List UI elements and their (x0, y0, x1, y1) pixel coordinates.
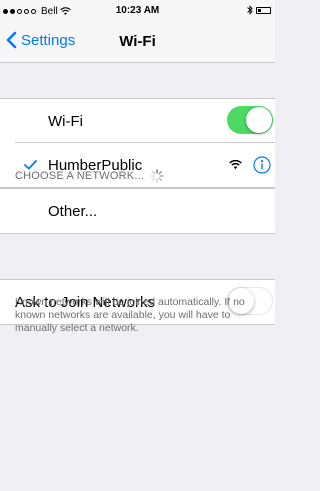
info-icon[interactable] (253, 156, 271, 174)
other-group: Other... (0, 188, 275, 234)
toggle-knob (246, 107, 272, 133)
other-network-label: Other... (48, 203, 98, 220)
wifi-toggle[interactable] (227, 106, 273, 134)
ask-join-footer: Known networks will be joined automatica… (15, 296, 245, 334)
wifi-icon (229, 160, 242, 170)
choose-network-header: CHOOSE A NETWORK... (15, 169, 164, 183)
status-bar: Bell 10:23 AM (0, 0, 275, 20)
battery-icon (256, 6, 271, 14)
navigation-bar: Settings Wi-Fi (0, 20, 275, 63)
other-network-row[interactable]: Other... (0, 189, 275, 233)
status-right-icons (247, 5, 271, 15)
status-time: 10:23 AM (115, 5, 160, 16)
bluetooth-icon (247, 5, 253, 15)
section-header-text: CHOOSE A NETWORK... (15, 170, 145, 182)
loading-spinner-icon (150, 169, 164, 183)
wifi-row: Wi-Fi (0, 99, 275, 143)
page-title: Wi-Fi (119, 33, 156, 50)
wifi-label: Wi-Fi (48, 113, 83, 130)
